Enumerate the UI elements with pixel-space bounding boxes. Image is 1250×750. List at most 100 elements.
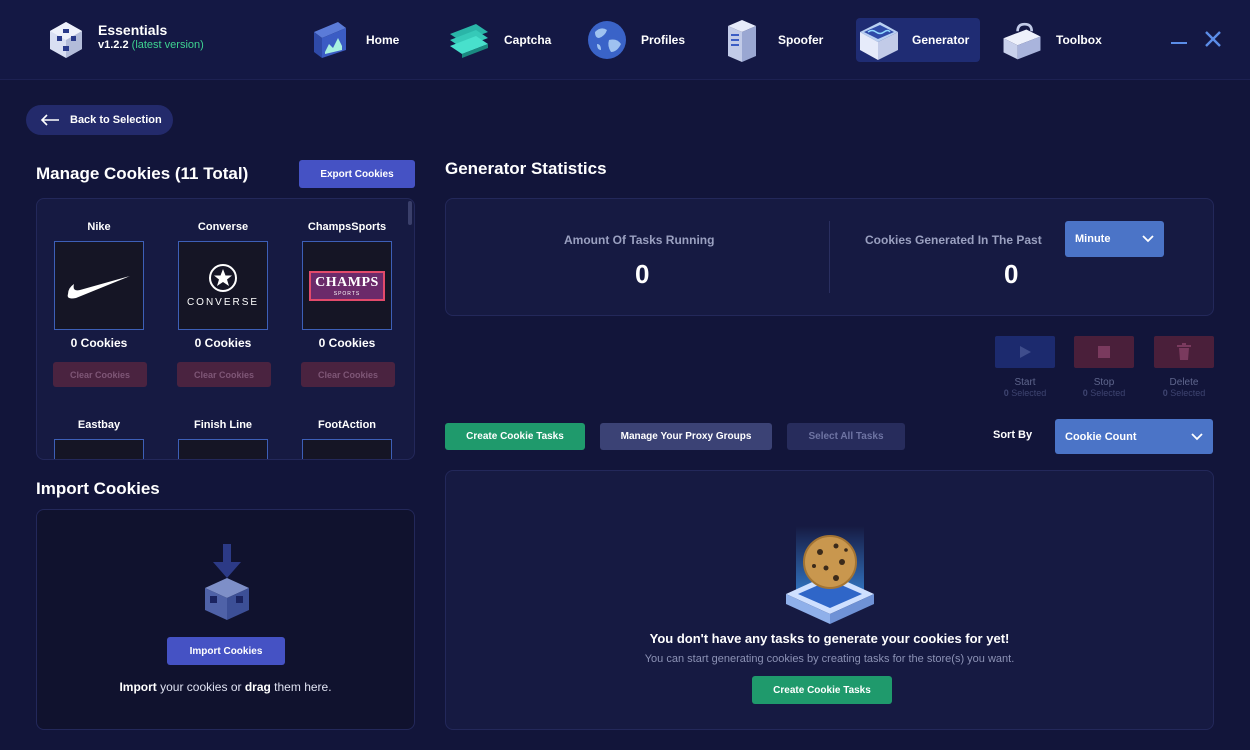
essentials-logo-icon — [50, 22, 82, 58]
store-logo-tile[interactable]: CHAMPS SPORTS — [302, 241, 392, 330]
cookie-count: 0 Cookies — [194, 336, 252, 350]
champs-subtext: SPORTS — [333, 290, 361, 297]
store-name: Nike — [87, 221, 111, 233]
cookie-illustration-icon — [786, 526, 874, 624]
delete-action: Delete 0 Selected — [1154, 336, 1214, 398]
nike-swoosh-icon — [67, 275, 130, 298]
nav-home-label: Home — [366, 33, 400, 47]
stop-label: Stop — [1093, 377, 1115, 388]
store-card-nike: Nike 0 Cookies — [49, 221, 149, 350]
champs-logo: CHAMPS SPORTS — [309, 270, 385, 301]
version-note: (latest version) — [131, 39, 204, 51]
nav-home[interactable]: Home — [310, 18, 399, 62]
sort-by-select[interactable]: Cookie Count — [1055, 419, 1213, 454]
globe-icon — [588, 21, 626, 59]
stop-sub: Selected — [1090, 388, 1126, 398]
tasks-panel: You don't have any tasks to generate you… — [445, 470, 1214, 730]
delete-button[interactable] — [1154, 336, 1214, 368]
create-cookie-tasks-empty-button[interactable]: Create Cookie Tasks — [752, 676, 892, 704]
play-icon — [1020, 346, 1031, 358]
cookies-generated-value: 0 — [1004, 259, 1019, 289]
delete-label: Delete — [1169, 377, 1199, 388]
clear-cookies-nike-button[interactable]: Clear Cookies — [53, 362, 147, 387]
import-drop-zone[interactable]: Import Cookies Import your cookies or dr… — [36, 509, 415, 730]
period-select[interactable]: Minute — [1065, 221, 1164, 257]
stop-selected-count: 0 Selected — [1074, 388, 1134, 398]
app-name: Essentials — [98, 22, 168, 38]
stop-action: Stop 0 Selected — [1074, 336, 1134, 398]
stop-icon — [1098, 346, 1110, 358]
brand: Essentials v1.2.2 (latest version) — [48, 18, 248, 62]
minimize-icon[interactable] — [1168, 28, 1190, 50]
start-sub: Selected — [1011, 388, 1047, 398]
version-number: v1.2.2 — [98, 39, 129, 51]
cookie-count: 0 Cookies — [318, 336, 376, 350]
stats-panel: Amount Of Tasks Running 0 Cookies Genera… — [445, 198, 1214, 316]
nav-profiles[interactable]: Profiles — [585, 18, 685, 62]
back-to-selection-button[interactable]: Back to Selection — [26, 105, 173, 135]
chevron-down-icon — [1191, 432, 1203, 440]
start-button[interactable] — [995, 336, 1055, 368]
stop-button[interactable] — [1074, 336, 1134, 368]
generator-icon — [860, 22, 898, 60]
top-nav-bar: Essentials v1.2.2 (latest version) Home … — [0, 0, 1250, 80]
stop-count: 0 — [1082, 388, 1088, 398]
store-logo-tile[interactable] — [302, 439, 392, 459]
cookies-generated-label: Cookies Generated In The Past — [865, 233, 1042, 247]
store-logo-tile[interactable] — [178, 439, 268, 459]
import-box-icon — [205, 544, 249, 620]
store-card-champssports: ChampsSports CHAMPS SPORTS 0 Cookies — [297, 221, 397, 350]
scrollbar-thumb[interactable] — [408, 201, 412, 225]
nav-captcha[interactable]: Captcha — [448, 18, 551, 62]
clear-cookies-champssports-button[interactable]: Clear Cookies — [301, 362, 395, 387]
delete-count: 0 — [1162, 388, 1168, 398]
generator-statistics-title: Generator Statistics — [445, 159, 607, 178]
store-logo-tile[interactable] — [54, 439, 144, 459]
store-card-finish-line: Finish Line — [173, 419, 273, 459]
export-cookies-button[interactable]: Export Cookies — [299, 160, 415, 188]
converse-wordmark: CONVERSE — [186, 297, 260, 308]
close-icon[interactable] — [1202, 28, 1224, 50]
server-icon — [728, 20, 756, 62]
champs-wordmark: CHAMPS — [315, 274, 379, 290]
import-instruction: Import your cookies or drag them here. — [37, 680, 414, 694]
start-action: Start 0 Selected — [995, 336, 1055, 398]
manage-cookies-title: Manage Cookies (11 Total) — [36, 164, 249, 183]
delete-sub: Selected — [1170, 388, 1206, 398]
sort-by-label: Sort By — [993, 429, 1033, 441]
manage-proxy-groups-button[interactable]: Manage Your Proxy Groups — [600, 423, 772, 450]
sort-value: Cookie Count — [1065, 430, 1137, 443]
start-selected-count: 0 Selected — [995, 388, 1055, 398]
cookies-store-grid[interactable]: Nike 0 Cookies Clear Cookies Converse CO… — [36, 198, 415, 460]
tasks-running-value: 0 — [635, 259, 650, 289]
chevron-down-icon — [1142, 235, 1154, 243]
back-label: Back to Selection — [70, 114, 162, 126]
tasks-running-label: Amount Of Tasks Running — [564, 233, 715, 247]
store-card-eastbay: Eastbay — [49, 419, 149, 459]
cookie-count: 0 Cookies — [70, 336, 128, 350]
toolbox-icon — [1003, 22, 1041, 60]
empty-state-subtitle: You can start generating cookies by crea… — [644, 653, 1015, 665]
converse-star-icon — [209, 264, 237, 292]
create-cookie-tasks-button[interactable]: Create Cookie Tasks — [445, 423, 585, 450]
nav-spoofer[interactable]: Spoofer — [722, 18, 823, 62]
store-name: ChampsSports — [307, 221, 387, 233]
arrow-left-icon — [40, 114, 59, 126]
import-text-part: them here. — [270, 680, 332, 694]
store-name: Eastbay — [77, 419, 121, 431]
store-name: Finish Line — [193, 419, 253, 431]
nav-generator[interactable]: Generator — [856, 18, 980, 62]
app-version: v1.2.2 (latest version) — [98, 39, 204, 51]
nav-generator-label: Generator — [912, 33, 970, 47]
nav-toolbox[interactable]: Toolbox — [1000, 18, 1102, 62]
import-cookies-button[interactable]: Import Cookies — [167, 637, 285, 665]
import-cookies-title: Import Cookies — [36, 479, 160, 498]
select-all-tasks-button[interactable]: Select All Tasks — [787, 423, 905, 450]
nav-toolbox-label: Toolbox — [1056, 33, 1102, 47]
import-text-part: your cookies or — [156, 680, 245, 694]
store-logo-tile[interactable]: CONVERSE — [178, 241, 268, 330]
clear-cookies-converse-button[interactable]: Clear Cookies — [177, 362, 271, 387]
period-value: Minute — [1075, 233, 1111, 245]
empty-state-title: You don't have any tasks to generate you… — [649, 631, 1010, 646]
store-logo-tile[interactable] — [54, 241, 144, 330]
